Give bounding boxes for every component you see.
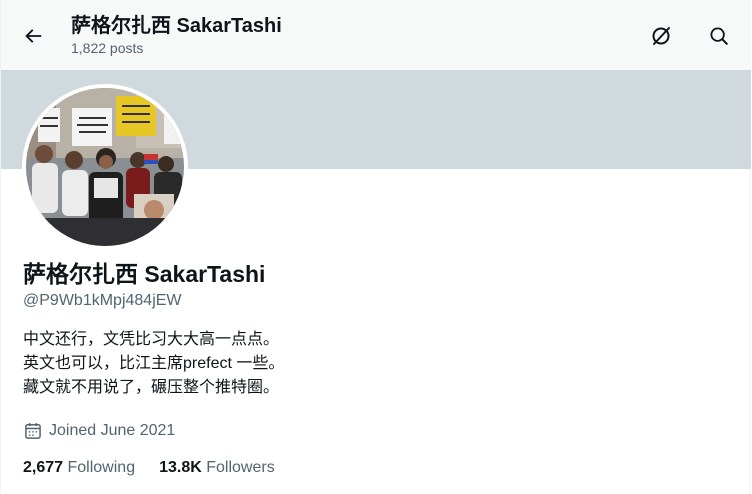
following-link[interactable]: 2,677 Following [23,458,135,478]
calendar-icon [25,423,41,439]
top-bar: 萨格尔扎西 SakarTashi 1,822 posts [1,0,751,70]
avatar[interactable] [22,84,188,250]
followers-count: 13.8K [159,459,202,476]
grok-button[interactable] [643,18,679,54]
profile-bio: 中文还行，文凭比习大大高一点点。 英文也可以，比江主席prefect 一些。 藏… [23,328,284,400]
following-count: 2,677 [23,459,64,476]
grok-icon [652,27,670,45]
joined-text: Joined June 2021 [49,422,176,439]
arrow-left-icon [25,29,42,43]
following-label: Following [67,459,136,476]
header-display-name: 萨格尔扎西 SakarTashi [71,15,282,37]
joined-date: Joined June 2021 [23,421,175,441]
back-button[interactable] [15,18,51,54]
search-icon [710,27,728,45]
profile-display-name: 萨格尔扎西 SakarTashi [23,261,266,287]
followers-label: Followers [206,459,275,476]
follow-stats: 2,677 Following 13.8K Followers [23,458,275,478]
bio-line: 中文还行，文凭比习大大高一点点。 [23,331,280,348]
bio-line: 藏文就不用说了，碾压整个推特圈。 [23,379,280,396]
avatar-photo [26,88,184,246]
header-title-block: 萨格尔扎西 SakarTashi 1,822 posts [71,14,282,57]
search-button[interactable] [701,18,737,54]
profile-page: 萨格尔扎西 SakarTashi 1,822 posts 萨格尔扎西 Sakar… [0,0,751,494]
header-posts-count: 1,822 posts [71,40,144,56]
profile-handle: @P9Wb1kMpj484jEW [23,292,182,309]
bio-line: 英文也可以，比江主席prefect 一些。 [23,355,285,372]
followers-link[interactable]: 13.8K Followers [159,458,275,478]
